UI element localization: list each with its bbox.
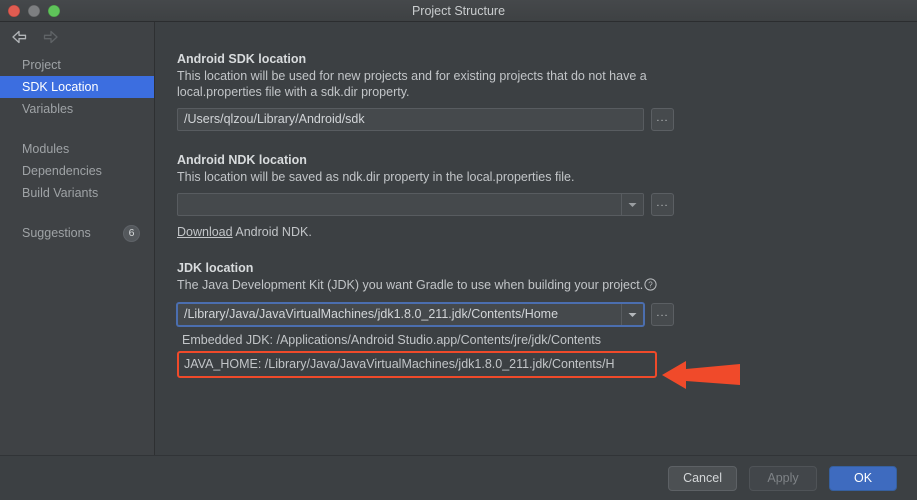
ok-button[interactable]: OK [829,465,897,491]
sidebar-item-project[interactable]: Project [0,54,154,76]
sidebar-item-sdk-location[interactable]: SDK Location [0,76,154,98]
sdk-location-panel: Android SDK location This location will … [155,22,917,455]
sidebar-nav-list: Project SDK Location Variables Modules D… [0,52,154,244]
jdk-location-section: JDK location The Java Development Kit (J… [155,261,917,378]
cancel-button[interactable]: Cancel [668,465,737,491]
svg-text:?: ? [648,281,653,290]
android-ndk-location-field-row: ... [177,193,917,216]
sidebar-item-modules[interactable]: Modules [0,138,154,160]
window-titlebar: Project Structure [0,0,917,22]
java-home-path: JAVA_HOME: /Library/Java/JavaVirtualMach… [177,351,657,378]
jdk-location-description: The Java Development Kit (JDK) you want … [177,277,737,295]
sidebar-nav-arrows [0,22,154,52]
help-circle-icon[interactable]: ? [644,278,657,295]
apply-button: Apply [749,465,817,491]
jdk-location-combobox[interactable]: /Library/Java/JavaVirtualMachines/jdk1.8… [177,303,644,326]
embedded-jdk-path: Embedded JDK: /Applications/Android Stud… [182,333,601,347]
sidebar-item-label: Project [22,58,61,72]
android-ndk-location-combobox[interactable] [177,193,644,216]
sidebar-item-suggestions[interactable]: Suggestions 6 [0,222,154,244]
sidebar-item-label: SDK Location [22,80,99,94]
suggestions-count-badge: 6 [123,224,140,242]
android-ndk-location-description: This location will be saved as ndk.dir p… [177,170,575,184]
android-sdk-browse-button[interactable]: ... [651,108,674,131]
android-sdk-location-input[interactable]: /Users/qlzou/Library/Android/sdk [177,108,644,131]
android-sdk-location-description: This location will be used for new proje… [177,69,647,99]
android-sdk-location-field-row: /Users/qlzou/Library/Android/sdk ... [177,108,917,131]
sidebar-item-build-variants[interactable]: Build Variants [0,182,154,204]
arrow-right-icon [42,28,60,46]
window-title: Project Structure [411,4,506,18]
jdk-location-value: /Library/Java/JavaVirtualMachines/jdk1.8… [184,307,559,321]
android-sdk-location-section: Android SDK location This location will … [155,52,917,131]
sidebar-item-label: Modules [22,142,70,156]
android-ndk-browse-button[interactable]: ... [651,193,674,216]
jdk-location-title: JDK location [177,261,254,275]
dialog-footer: Cancel Apply OK [0,455,917,500]
download-ndk-line: Download Android NDK. [177,225,917,239]
android-ndk-location-value [178,194,621,215]
jdk-location-description-text: The Java Development Kit (JDK) you want … [177,278,644,292]
download-ndk-suffix: Android NDK. [232,225,312,239]
jdk-browse-button[interactable]: ... [651,303,674,326]
sidebar: Project SDK Location Variables Modules D… [0,22,155,455]
arrow-left-icon[interactable] [10,28,28,46]
android-sdk-location-title: Android SDK location [177,52,307,66]
sidebar-item-label: Variables [22,102,74,116]
java-home-highlight-wrap: JAVA_HOME: /Library/Java/JavaVirtualMach… [177,351,657,378]
sidebar-item-dependencies[interactable]: Dependencies [0,160,154,182]
android-ndk-location-title: Android NDK location [177,153,307,167]
sidebar-item-label: Suggestions [22,226,91,240]
jdk-location-field-row: /Library/Java/JavaVirtualMachines/jdk1.8… [177,303,917,326]
sidebar-item-label: Dependencies [22,164,102,178]
android-ndk-location-section: Android NDK location This location will … [155,153,917,239]
sidebar-item-label: Build Variants [22,186,99,200]
dialog-body: Project SDK Location Variables Modules D… [0,22,917,455]
project-structure-dialog: Project Structure Project SDK Location V… [0,0,917,500]
download-ndk-link[interactable]: Download [177,225,233,239]
chevron-down-icon[interactable] [621,194,643,215]
chevron-down-icon[interactable] [621,304,643,325]
sidebar-item-variables[interactable]: Variables [0,98,154,120]
